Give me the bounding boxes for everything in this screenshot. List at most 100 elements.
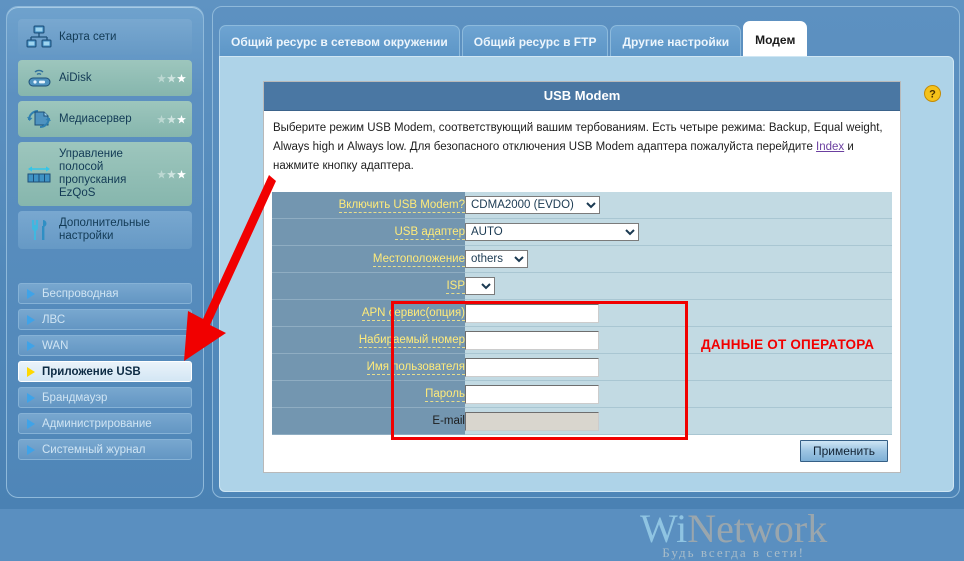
usb-adapter-select[interactable]: AUTO (465, 223, 639, 241)
sidebar-item-administration[interactable]: Администрирование (18, 413, 192, 434)
form-value: AUTO (465, 218, 892, 246)
chevron-right-icon (27, 444, 35, 455)
star-icon (177, 73, 186, 83)
sidebar-item-label: Управление полосой пропускания EzQoS (59, 148, 127, 199)
sidebar-item-label: WAN (42, 339, 69, 352)
form-value (465, 299, 892, 327)
sidebar-item-firewall[interactable]: Брандмауэр (18, 387, 192, 408)
star-icon (177, 114, 186, 124)
tab-content-area: ? USB Modem Выберите режим USB Modem, со… (219, 56, 954, 560)
watermark: WiNetwork Будь всегда в сети! (640, 509, 827, 561)
star-icon (157, 114, 166, 124)
watermark-title-a: Wi (640, 506, 688, 551)
form-row-isp: ISP (272, 272, 892, 300)
apply-button[interactable]: Применить (799, 440, 888, 462)
sidebar-item-network-map[interactable]: Карта сети (18, 19, 192, 55)
star-icon (167, 114, 176, 124)
watermark-title: WiNetwork (640, 509, 827, 549)
sidebar-item-label: ЛВС (42, 313, 66, 326)
form-label: Набираемый номер (272, 326, 465, 354)
index-link[interactable]: Index (816, 141, 844, 153)
sidebar-item-wireless[interactable]: Беспроводная (18, 283, 192, 304)
isp-select[interactable] (465, 277, 495, 295)
form-value (465, 380, 892, 408)
sidebar-secondary-nav: Беспроводная ЛВС WAN Приложение USB Бран… (18, 283, 192, 465)
page-title: USB Modem (264, 82, 900, 111)
sidebar-primary-nav: Карта сети AiDisk Медиасервер Управление… (18, 19, 192, 254)
bandwidth-icon (26, 162, 52, 186)
form-label: Пароль (272, 380, 465, 408)
enable-usb-modem-select[interactable]: CDMA2000 (EVDO) (465, 196, 600, 214)
chevron-right-icon (27, 288, 35, 299)
form-label: Имя пользователя (272, 353, 465, 381)
tools-icon (26, 218, 52, 242)
sidebar-item-label: Приложение USB (42, 365, 141, 378)
form-label: USB адаптер (272, 218, 465, 246)
star-icon (157, 73, 166, 83)
router-admin-page: Карта сети AiDisk Медиасервер Управление… (0, 0, 964, 560)
sidebar-item-label: Администрирование (42, 417, 152, 430)
star-icon (167, 73, 176, 83)
tab-modem[interactable]: Модем (743, 21, 808, 58)
sidebar-item-media-server[interactable]: Медиасервер (18, 101, 192, 137)
form-value (465, 272, 892, 300)
email-input (465, 411, 599, 431)
sidebar-item-label: Медиасервер (59, 112, 132, 125)
form-row-enable-usb-modem: Включить USB Modem? CDMA2000 (EVDO) (272, 192, 892, 219)
usb-modem-card: USB Modem Выберите режим USB Modem, соот… (263, 81, 901, 473)
sidebar-item-label: Системный журнал (42, 443, 146, 456)
tab-network-share[interactable]: Общий ресурс в сетевом окружении (219, 25, 460, 58)
chevron-right-icon (27, 418, 35, 429)
chevron-right-icon (27, 340, 35, 351)
sidebar-item-usb-application[interactable]: Приложение USB (18, 361, 192, 382)
form-label: ISP (272, 272, 465, 300)
username-input[interactable] (465, 357, 599, 377)
form-value (465, 353, 892, 381)
sidebar-item-wan[interactable]: WAN (18, 335, 192, 356)
content-panel: Общий ресурс в сетевом окружении Общий р… (212, 6, 960, 560)
sidebar-item-system-log[interactable]: Системный журнал (18, 439, 192, 460)
form-row-username: Имя пользователя (272, 353, 892, 381)
tab-other-settings[interactable]: Другие настройки (610, 25, 742, 58)
usb-modem-form: Включить USB Modem? CDMA2000 (EVDO) USB … (272, 192, 892, 435)
sidebar-item-label: Беспроводная (42, 287, 119, 300)
tab-ftp-share[interactable]: Общий ресурс в FTP (461, 25, 609, 58)
watermark-title-b: Network (687, 506, 828, 551)
sidebar-item-label: Дополнительные настройки (59, 217, 151, 242)
media-server-icon (26, 107, 52, 131)
apply-bar: Применить (264, 440, 900, 462)
apn-service-input[interactable] (465, 303, 599, 323)
sidebar-item-ezqos[interactable]: Управление полосой пропускания EzQoS (18, 142, 192, 206)
rating-stars (157, 114, 186, 124)
form-label: Местоположение (272, 245, 465, 273)
description-text: Выберите режим USB Modem, соответствующи… (264, 111, 900, 182)
network-map-icon (26, 25, 52, 49)
rating-stars (157, 73, 186, 83)
location-select[interactable]: others (465, 250, 528, 268)
dial-number-input[interactable] (465, 330, 599, 350)
aidisk-router-icon (26, 66, 52, 90)
form-label: APN сервис(опция) (272, 299, 465, 327)
tab-bar: Общий ресурс в сетевом окружении Общий р… (219, 20, 809, 58)
star-icon (167, 169, 176, 179)
svg-text:?: ? (929, 89, 936, 101)
sidebar-item-lan[interactable]: ЛВС (18, 309, 192, 330)
question-mark-help-icon[interactable]: ? (924, 85, 941, 102)
form-value: others (465, 245, 892, 273)
sidebar-item-label: AiDisk (59, 71, 92, 84)
watermark-tagline: Будь всегда в сети! (662, 545, 805, 560)
form-row-password: Пароль (272, 380, 892, 408)
form-label: Включить USB Modem? (272, 192, 465, 219)
sidebar-item-label: Карта сети (59, 30, 117, 43)
chevron-right-icon (27, 392, 35, 403)
description-part-1: Выберите режим USB Modem, соответствующи… (273, 122, 883, 153)
password-input[interactable] (465, 384, 599, 404)
form-row-location: Местоположение others (272, 245, 892, 273)
sidebar-item-advanced-settings[interactable]: Дополнительные настройки (18, 211, 192, 249)
sidebar-item-aidisk[interactable]: AiDisk (18, 60, 192, 96)
operator-data-annotation-label: ДАННЫЕ ОТ ОПЕРАТОРА (701, 337, 875, 352)
form-label: E-mail (272, 407, 465, 435)
form-row-apn-service: APN сервис(опция) (272, 299, 892, 327)
form-row-usb-adapter: USB адаптер AUTO (272, 218, 892, 246)
form-value: CDMA2000 (EVDO) (465, 192, 892, 219)
